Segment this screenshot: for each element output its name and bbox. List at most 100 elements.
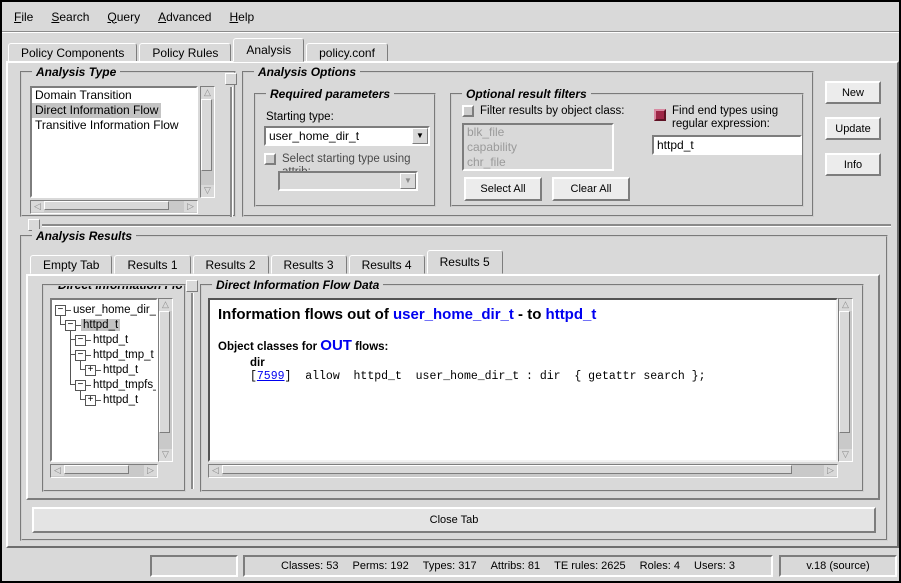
- scroll-down-icon[interactable]: ▽: [201, 185, 214, 197]
- menu-file[interactable]: File: [14, 10, 33, 24]
- object-class-checkbox-label: Filter results by object class:: [480, 105, 624, 118]
- select-all-button[interactable]: Select All: [464, 177, 542, 201]
- flow-tree-title: Direct Information Flow T: [54, 284, 182, 292]
- update-button[interactable]: Update: [825, 117, 881, 140]
- tree-connector: [60, 324, 65, 325]
- results-tab-results-2[interactable]: Results 2: [193, 255, 269, 274]
- object-class-option: blk_file: [464, 125, 507, 140]
- regex-checkbox-label: Find end types using regular expression:: [672, 105, 800, 131]
- tree-data-sash[interactable]: [191, 293, 193, 489]
- results-tab-results-3[interactable]: Results 3: [271, 255, 347, 274]
- tab-policy-components[interactable]: Policy Components: [8, 43, 137, 62]
- analysis-type-vscrollbar[interactable]: △ ▽: [200, 86, 215, 198]
- scroll-left-icon[interactable]: ◁: [51, 465, 64, 476]
- info-button[interactable]: Info: [825, 153, 881, 176]
- expand-icon[interactable]: +: [85, 365, 96, 376]
- tab-analysis[interactable]: Analysis: [233, 38, 304, 62]
- tree-node-label[interactable]: httpd_t: [81, 319, 120, 331]
- scroll-left-icon[interactable]: ◁: [209, 465, 222, 476]
- object-class-listbox: blk_filecapabilitychr_file: [462, 123, 614, 171]
- tree-vscrollbar[interactable]: △ ▽: [158, 298, 173, 462]
- object-class-checkbox[interactable]: [462, 105, 474, 117]
- tree-hscrollbar[interactable]: ◁ ▷: [50, 464, 158, 478]
- results-page: Direct Information Flow T −user_home_dir…: [26, 274, 880, 500]
- flow-data-text[interactable]: Information flows out of user_home_dir_t…: [208, 298, 838, 462]
- tree-node[interactable]: −httpd_tmp_t: [75, 348, 156, 362]
- analysis-type-option[interactable]: Domain Transition: [32, 88, 135, 103]
- data-vscrollbar[interactable]: △ ▽: [838, 298, 853, 462]
- analysis-type-listbox[interactable]: Domain TransitionDirect Information Flow…: [30, 86, 198, 198]
- object-class-checkbox-row[interactable]: Filter results by object class:: [462, 105, 624, 118]
- data-hscrollbar[interactable]: ◁ ▷: [208, 464, 838, 478]
- scroll-up-icon[interactable]: △: [839, 299, 852, 311]
- scroll-up-icon[interactable]: △: [159, 299, 172, 311]
- results-tab-results-5[interactable]: Results 5: [427, 250, 503, 274]
- type-options-sash-handle[interactable]: [225, 73, 237, 85]
- collapse-icon[interactable]: −: [55, 305, 66, 316]
- analysis-results-frame: Analysis Results Empty TabResults 1Resul…: [20, 235, 888, 541]
- flow-heading: Information flows out of user_home_dir_t…: [218, 306, 828, 323]
- tree-node-label[interactable]: httpd_t: [101, 394, 140, 406]
- results-tab-bar: Empty TabResults 1Results 2Results 3Resu…: [30, 251, 505, 274]
- clear-all-button[interactable]: Clear All: [552, 177, 630, 201]
- regex-checkbox[interactable]: [654, 109, 666, 121]
- scroll-up-icon[interactable]: △: [201, 87, 214, 99]
- tab-policy-rules[interactable]: Policy Rules: [139, 43, 231, 62]
- type-options-sash[interactable]: [230, 87, 232, 217]
- flow-tree[interactable]: −user_home_dir_t−httpd_t−httpd_t−httpd_t…: [50, 298, 158, 462]
- analysis-options-frame: Analysis Options Required parameters Sta…: [242, 71, 814, 217]
- regex-input[interactable]: [652, 135, 802, 155]
- collapse-icon[interactable]: −: [75, 350, 86, 361]
- tree-node-label[interactable]: httpd_t: [91, 334, 130, 346]
- tree-node[interactable]: + httpd_t: [85, 363, 140, 377]
- object-class-option: chr_file: [464, 155, 509, 170]
- starting-type-combobox[interactable]: user_home_dir_t ▼: [264, 126, 430, 146]
- analysis-type-option[interactable]: Direct Information Flow: [32, 103, 161, 118]
- analysis-results-title: Analysis Results: [32, 229, 136, 243]
- tree-node[interactable]: −httpd_t: [75, 333, 130, 347]
- attrib-value: [280, 173, 400, 189]
- tree-node-label[interactable]: httpd_t: [101, 364, 140, 376]
- tree-node-label[interactable]: httpd_tmpfs_: [91, 379, 158, 391]
- attrib-checkbox[interactable]: [264, 153, 276, 165]
- scroll-down-icon[interactable]: ▽: [839, 449, 852, 461]
- attrib-combobox: ▼: [278, 171, 418, 191]
- rule-number-link[interactable]: 7599: [257, 370, 285, 383]
- tab-policy-conf[interactable]: policy.conf: [306, 43, 388, 62]
- scroll-right-icon[interactable]: ▷: [144, 465, 157, 476]
- scroll-down-icon[interactable]: ▽: [159, 449, 172, 461]
- expand-icon[interactable]: +: [85, 395, 96, 406]
- scroll-right-icon[interactable]: ▷: [824, 465, 837, 476]
- menu-search[interactable]: Search: [51, 10, 89, 24]
- analysis-type-hscrollbar[interactable]: ◁ ▷: [30, 200, 198, 214]
- tree-node[interactable]: + httpd_t: [85, 393, 140, 407]
- tree-data-sash-handle[interactable]: [186, 280, 198, 292]
- analysis-type-option[interactable]: Transitive Information Flow: [32, 118, 182, 133]
- tree-node[interactable]: −httpd_tmpfs_: [75, 378, 158, 392]
- results-sash[interactable]: [42, 224, 891, 226]
- dropdown-arrow-icon: ▼: [400, 173, 416, 189]
- menu-help[interactable]: Help: [229, 10, 254, 24]
- tree-node-label[interactable]: user_home_dir_t: [71, 304, 158, 316]
- new-button[interactable]: New: [825, 81, 881, 104]
- regex-checkbox-row[interactable]: Find end types using regular expression:: [654, 105, 800, 131]
- tree-node[interactable]: −user_home_dir_t: [55, 303, 158, 317]
- scroll-left-icon[interactable]: ◁: [31, 201, 44, 212]
- collapse-icon[interactable]: −: [75, 380, 86, 391]
- close-tab-button[interactable]: Close Tab: [32, 507, 876, 533]
- collapse-icon[interactable]: −: [65, 320, 76, 331]
- results-tab-results-1[interactable]: Results 1: [114, 255, 190, 274]
- rule-text: allow httpd_t user_home_dir_t : dir { ge…: [291, 370, 705, 383]
- collapse-icon[interactable]: −: [75, 335, 86, 346]
- results-tab-results-4[interactable]: Results 4: [349, 255, 425, 274]
- tree-node-label[interactable]: httpd_tmp_t: [91, 349, 156, 361]
- scroll-right-icon[interactable]: ▷: [184, 201, 197, 212]
- dropdown-arrow-icon[interactable]: ▼: [412, 128, 428, 144]
- analysis-type-title: Analysis Type: [32, 65, 120, 79]
- menu-query[interactable]: Query: [107, 10, 140, 24]
- results-tab-empty-tab[interactable]: Empty Tab: [30, 255, 112, 274]
- menu-bar: File Search Query Advanced Help: [2, 2, 899, 32]
- menu-advanced[interactable]: Advanced: [158, 10, 211, 24]
- tree-node[interactable]: −httpd_t: [65, 318, 120, 332]
- object-class-name: dir: [250, 357, 828, 369]
